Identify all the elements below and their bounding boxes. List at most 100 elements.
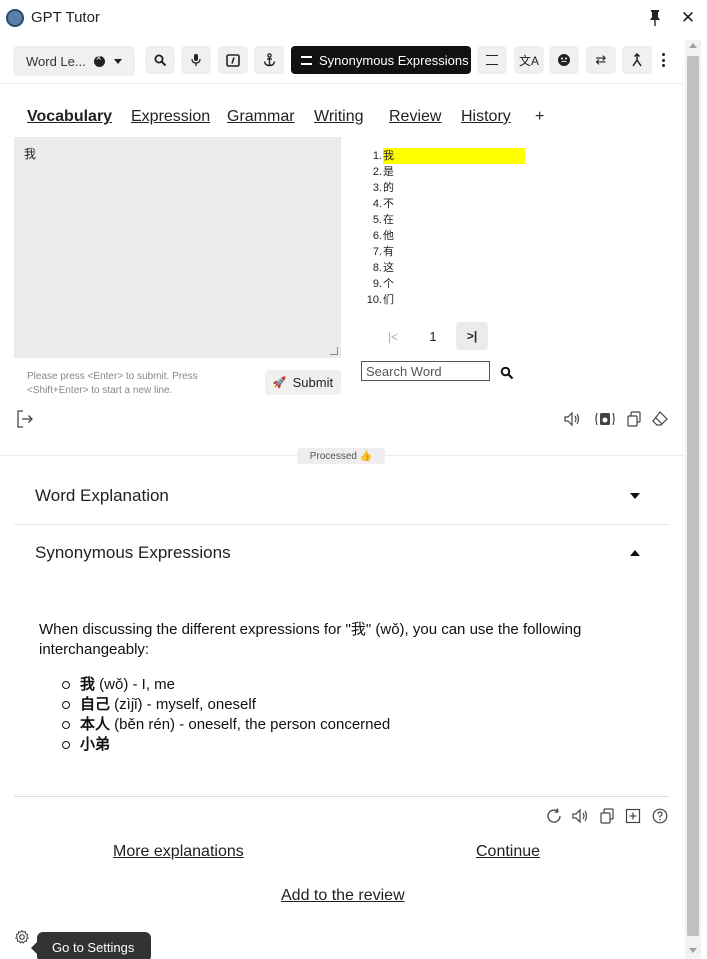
list-item[interactable]: 8. 这	[364, 260, 534, 276]
list-item[interactable]: 9. 个	[364, 276, 534, 292]
submit-hint: Please press <Enter> to submit. Press <S…	[27, 371, 198, 396]
answer-intro: When discussing the different expression…	[39, 621, 582, 658]
tab-vocabulary[interactable]: Vocabulary	[27, 108, 112, 126]
chevron-up-icon[interactable]	[630, 550, 640, 556]
merge-button[interactable]	[622, 46, 652, 74]
resize-handle-icon[interactable]	[330, 347, 338, 355]
scrollbar-thumb[interactable]	[687, 56, 699, 936]
submit-label: Submit	[292, 375, 334, 390]
more-explanations-link[interactable]: More explanations	[113, 843, 244, 861]
refresh-icon[interactable]	[545, 807, 563, 825]
gear-icon[interactable]	[14, 929, 30, 945]
translate-icon: 文A	[518, 53, 539, 68]
more-vertical-icon[interactable]	[661, 53, 665, 67]
list-item[interactable]: 10. 们	[364, 292, 534, 308]
speaker-icon[interactable]	[571, 807, 589, 825]
speaker-icon[interactable]	[563, 410, 581, 428]
tab-review[interactable]: Review	[389, 108, 441, 126]
pin-icon[interactable]	[648, 9, 662, 27]
add-to-review-link[interactable]: Add to the review	[281, 887, 405, 905]
camera-speaker-icon[interactable]	[594, 410, 616, 428]
anchor-button[interactable]	[254, 46, 284, 74]
settings-tooltip: Go to Settings	[31, 932, 151, 959]
synonym-term: 我	[80, 676, 96, 693]
word-input-value: 我	[24, 147, 37, 161]
list-item: 小弟	[62, 735, 562, 755]
swap-button[interactable]: ⇄	[586, 46, 616, 74]
help-icon[interactable]	[651, 807, 669, 825]
level-select[interactable]: Word Le...	[13, 46, 135, 76]
word-explanation-header[interactable]: Word Explanation	[35, 486, 169, 506]
app-logo-icon	[6, 9, 24, 27]
level-select-value: Word Le...	[26, 53, 86, 69]
synonym-term: 小弟	[80, 736, 111, 753]
list-item[interactable]: 6. 他	[364, 228, 534, 244]
translate-button[interactable]: 文A	[514, 46, 544, 74]
list-item[interactable]: 1. 我	[364, 148, 534, 164]
word: 是	[383, 166, 394, 178]
toolbar: Word Le... Synonymous Expressions 文A ⇄	[0, 40, 685, 84]
title-bar: GPT Tutor ✕	[0, 0, 707, 38]
add-tab-button[interactable]: +	[535, 108, 544, 126]
face-icon	[558, 54, 570, 66]
scrollbar[interactable]	[685, 40, 701, 959]
synonymous-expressions-button[interactable]: Synonymous Expressions	[291, 46, 471, 74]
list-item: 我 (wǒ) - I, me	[62, 675, 562, 695]
list-item[interactable]: 7. 有	[364, 244, 534, 260]
screenshot-button[interactable]	[218, 46, 248, 74]
list-item[interactable]: 2. 是	[364, 164, 534, 180]
emoji-button[interactable]	[549, 46, 579, 74]
close-icon[interactable]: ✕	[680, 9, 696, 27]
last-page-button[interactable]: >|	[456, 322, 488, 350]
synonym-term: 自己	[80, 696, 111, 713]
mode-button[interactable]	[477, 46, 507, 74]
tab-expression[interactable]: Expression	[131, 108, 210, 126]
first-page-icon: |<	[387, 329, 399, 344]
list-item: 自己 (zìjǐ) - myself, oneself	[62, 695, 562, 715]
search-icon[interactable]	[500, 366, 514, 380]
eraser-icon[interactable]	[651, 410, 669, 428]
add-box-icon[interactable]	[624, 807, 642, 825]
active-mode-label: Synonymous Expressions	[319, 52, 469, 68]
synonym-detail: (wǒ) - I, me	[95, 676, 176, 693]
list-item[interactable]: 3. 的	[364, 180, 534, 196]
chevron-down-icon[interactable]	[630, 493, 640, 499]
continue-link[interactable]: Continue	[476, 843, 540, 861]
tab-writing[interactable]: Writing	[314, 108, 364, 126]
lines-icon	[486, 55, 498, 65]
copy-icon[interactable]	[598, 807, 616, 825]
word: 我	[383, 148, 525, 164]
word-list: 1. 我 2. 是 3. 的 4. 不 5. 在 6. 他 7. 有 8. 这 9. 个 10. 们	[364, 148, 534, 308]
rocket-icon: 🚀	[272, 377, 287, 389]
clear-icon[interactable]	[93, 53, 105, 67]
list-item[interactable]: 4. 不	[364, 196, 534, 212]
word: 他	[383, 230, 394, 242]
tab-grammar[interactable]: Grammar	[227, 108, 295, 126]
synonym-detail: (zìjǐ) - myself, oneself	[110, 696, 256, 713]
merge-icon	[632, 53, 642, 67]
logout-icon[interactable]	[15, 409, 35, 429]
chevron-down-icon[interactable]	[113, 58, 122, 64]
word-input-textarea[interactable]: 我	[14, 137, 341, 358]
screen-capture-icon	[226, 53, 240, 67]
page-number: 1	[429, 329, 437, 344]
list-item[interactable]: 5. 在	[364, 212, 534, 228]
copy-icon[interactable]	[625, 410, 643, 428]
search-word-input[interactable]	[361, 361, 490, 381]
word: 这	[383, 262, 394, 274]
anchor-icon	[263, 53, 275, 67]
scroll-down-arrow-icon[interactable]	[689, 948, 697, 953]
word: 在	[383, 214, 394, 226]
first-page-button[interactable]: |<	[378, 323, 408, 350]
synonym-list: 我 (wǒ) - I, me 自己 (zìjǐ) - myself, onese…	[62, 675, 562, 755]
status-badge: Processed 👍	[297, 448, 385, 464]
app-title: GPT Tutor	[31, 9, 100, 26]
scroll-up-arrow-icon[interactable]	[689, 43, 697, 48]
zoom-button[interactable]	[145, 46, 175, 74]
tab-history[interactable]: History	[461, 108, 511, 126]
word: 个	[383, 278, 394, 290]
submit-button[interactable]: 🚀 Submit	[265, 370, 341, 395]
synonymous-expressions-header[interactable]: Synonymous Expressions	[35, 543, 231, 563]
list-item: 本人 (běn rén) - oneself, the person conce…	[62, 715, 562, 735]
microphone-button[interactable]	[181, 46, 211, 74]
